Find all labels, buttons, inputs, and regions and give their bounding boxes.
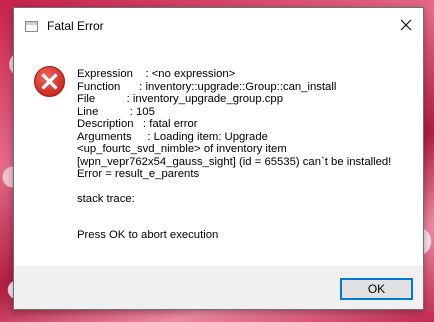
dialog-content: Expression : <no expression> Function : … (14, 46, 423, 267)
button-bar: OK (14, 266, 423, 309)
close-icon (400, 19, 412, 31)
ok-button[interactable]: OK (340, 278, 413, 300)
window-title: Fatal Error (47, 19, 104, 33)
error-message: Expression : <no expression> Function : … (77, 68, 417, 242)
arguments-continuation-2: [wpn_vepr762x54_gauss_sight] (id = 65535… (77, 155, 392, 168)
error-code-line: Error = result_e_parents (77, 168, 200, 180)
expression-line: Expression : <no expression> (77, 68, 236, 80)
function-line: Function : inventory::upgrade::Group::ca… (77, 80, 337, 93)
application-window-icon (25, 21, 38, 32)
file-line: File : inventory_upgrade_group.cpp (77, 93, 283, 105)
close-button[interactable] (389, 8, 423, 42)
stack-trace-label: stack trace: (77, 192, 135, 205)
arguments-continuation-1: <up_fourtc_svd_nimble> of inventory item (77, 143, 287, 155)
fatal-error-dialog: Fatal Error Expression : <no expression>… (13, 7, 424, 310)
arguments-line: Arguments : Loading item: Upgrade (77, 130, 268, 143)
line-number-line: Line : 105 (77, 105, 155, 118)
error-icon (33, 65, 66, 98)
abort-instruction: Press OK to abort execution (77, 229, 219, 241)
description-line: Description : fatal error (77, 118, 198, 130)
title-bar[interactable]: Fatal Error (14, 8, 423, 46)
